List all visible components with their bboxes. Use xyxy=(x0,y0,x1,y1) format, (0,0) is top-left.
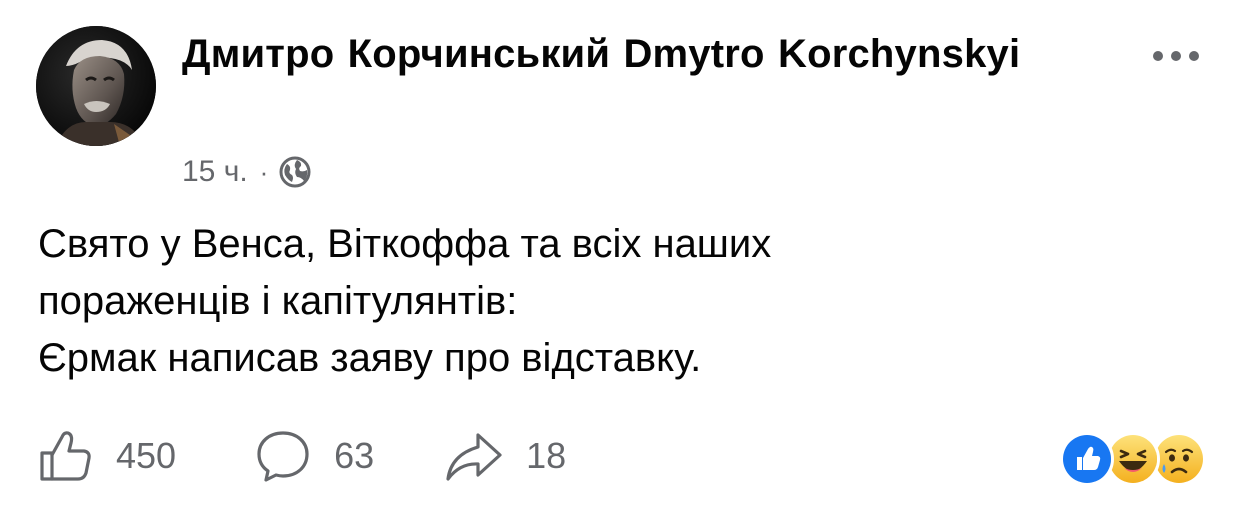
share-count: 18 xyxy=(526,435,567,476)
globe-icon[interactable] xyxy=(278,155,312,189)
share-button[interactable]: 18 xyxy=(444,427,566,485)
more-horizontal-icon xyxy=(1151,49,1201,67)
post-meta: 15 ч. · xyxy=(182,152,312,192)
reactions-summary[interactable] xyxy=(1060,432,1208,488)
post-timestamp[interactable]: 15 ч. xyxy=(182,155,248,189)
sad-reaction-icon xyxy=(1152,432,1206,486)
post-body-line: пораженців і капітулянтів: xyxy=(38,279,518,323)
post-header: Дмитро Корчинський Dmytro Korchynskyi 15… xyxy=(36,26,1206,196)
author-avatar[interactable] xyxy=(36,26,156,146)
post-body-line: Свято у Венса, Віткоффа та всіх наших xyxy=(38,222,772,266)
post-body: Свято у Венса, Віткоффа та всіх наших по… xyxy=(38,216,1188,387)
post-actions: 450 63 18 xyxy=(36,424,566,488)
comment-count: 63 xyxy=(334,435,375,476)
post-body-line: Єрмак написав заяву про відставку. xyxy=(38,336,702,380)
more-options-button[interactable] xyxy=(1148,40,1204,76)
like-count: 450 xyxy=(116,435,177,476)
haha-reaction-icon xyxy=(1106,432,1160,486)
comment-button[interactable]: 63 xyxy=(254,427,374,485)
thumbs-up-icon xyxy=(36,427,94,485)
meta-separator: · xyxy=(259,156,269,187)
author-name[interactable]: Дмитро Корчинський Dmytro Korchynskyi xyxy=(182,28,1062,80)
like-reaction-icon xyxy=(1060,432,1114,486)
comment-bubble-icon xyxy=(254,427,312,485)
like-button[interactable]: 450 xyxy=(36,427,176,485)
share-arrow-icon xyxy=(444,427,504,485)
